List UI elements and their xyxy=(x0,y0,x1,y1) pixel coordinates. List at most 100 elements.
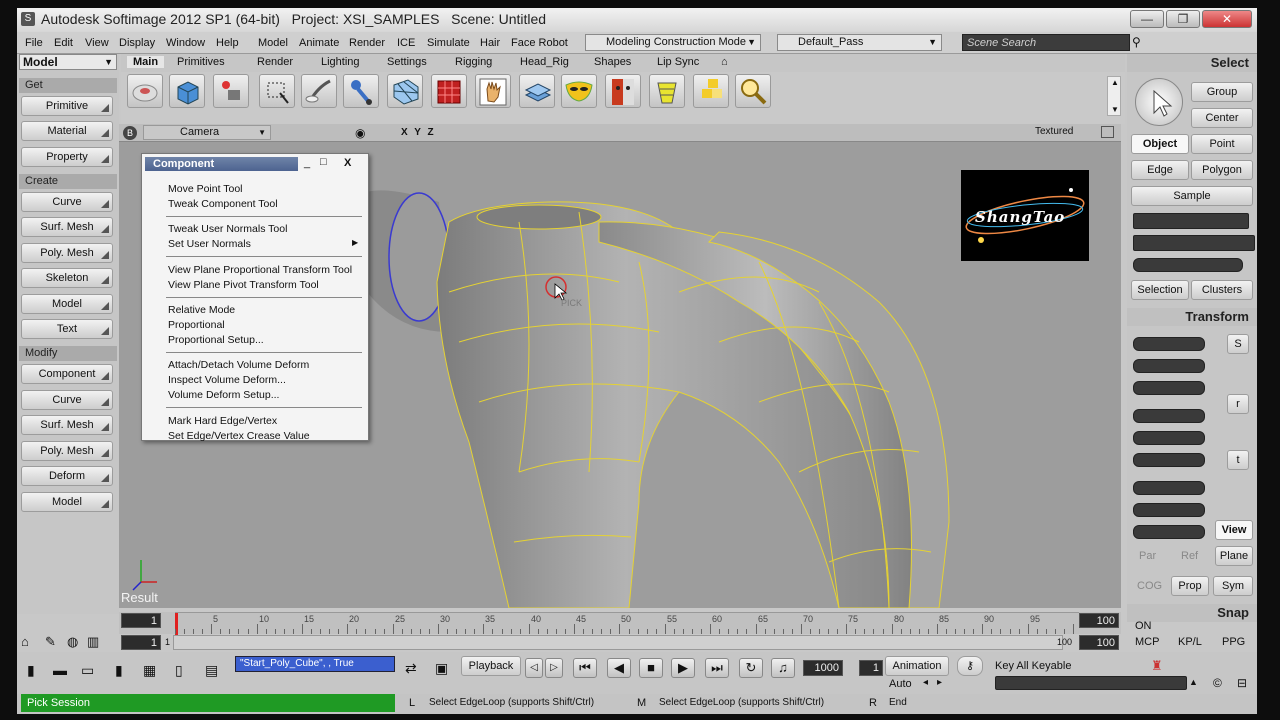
animation-button[interactable]: Animation xyxy=(885,656,949,676)
tab-primitives[interactable]: Primitives xyxy=(177,56,225,68)
viewport-b-badge[interactable]: B xyxy=(123,126,137,140)
auto-key-label[interactable]: Auto xyxy=(889,678,912,690)
attach-detach-volume-item[interactable]: Attach/Detach Volume Deform xyxy=(168,359,309,371)
scale-y-field[interactable] xyxy=(1133,359,1205,373)
mode-selector[interactable]: Model ▼ xyxy=(19,54,117,70)
plane-button[interactable]: Plane xyxy=(1215,546,1253,566)
mode-dropdown[interactable]: Modeling Construction Mode ▼ xyxy=(585,34,761,51)
audio-icon[interactable]: ♫ xyxy=(771,658,795,678)
tab-render[interactable]: Render xyxy=(257,56,293,68)
rectangle-select-icon[interactable] xyxy=(259,74,295,108)
selection-field-3[interactable] xyxy=(1133,258,1243,272)
group-button[interactable]: Group xyxy=(1191,82,1253,102)
view-plane-proportional-item[interactable]: View Plane Proportional Transform Tool xyxy=(168,264,352,276)
inspect-volume-deform-item[interactable]: Inspect Volume Deform... xyxy=(168,374,286,386)
create-poly-mesh-button[interactable]: Poly. Mesh xyxy=(21,243,113,263)
play-backward-icon[interactable]: ◀ xyxy=(607,658,631,678)
create-curve-button[interactable]: Curve xyxy=(21,192,113,212)
magnifier-icon[interactable] xyxy=(735,74,771,108)
modify-model-button[interactable]: Model xyxy=(21,492,113,512)
proportional-setup-item[interactable]: Proportional Setup... xyxy=(168,334,264,346)
axis-constraint[interactable]: X Y Z xyxy=(401,127,436,138)
link-icon[interactable]: ⇄ xyxy=(405,660,417,677)
cog-label[interactable]: COG xyxy=(1137,580,1162,592)
last-frame-icon[interactable]: ⏭ xyxy=(705,658,729,678)
menu-view[interactable]: View xyxy=(85,37,109,49)
prev-key-icon[interactable]: ◁ xyxy=(525,658,543,678)
disc-icon[interactable] xyxy=(127,74,163,108)
stop-icon[interactable]: ■ xyxy=(639,658,663,678)
component-menu-title[interactable]: Component xyxy=(145,157,298,171)
move-point-tool-item[interactable]: Move Point Tool xyxy=(168,183,243,195)
tab-shapes[interactable]: Shapes xyxy=(594,56,631,68)
scale-s-button[interactable]: S xyxy=(1227,334,1249,354)
menu-render[interactable]: Render xyxy=(349,37,385,49)
lock-icon[interactable]: ⊟ xyxy=(1237,676,1247,690)
tab-main[interactable]: Main xyxy=(127,56,165,68)
create-surf-mesh-button[interactable]: Surf. Mesh xyxy=(21,217,113,237)
create-skeleton-button[interactable]: Skeleton xyxy=(21,268,113,288)
shelf-scrollbar[interactable]: ▲ ▼ xyxy=(1107,76,1121,116)
search-icon[interactable]: ⚲ xyxy=(1132,35,1141,49)
mark-hard-edge-item[interactable]: Mark Hard Edge/Vertex xyxy=(168,415,277,427)
chevron-up-icon[interactable]: ▲ xyxy=(1189,677,1198,687)
rotate-x-field[interactable] xyxy=(1133,409,1205,423)
snap-on-label[interactable]: ON xyxy=(1135,620,1152,632)
maximize-button[interactable]: ❐ xyxy=(1166,10,1200,28)
modify-deform-button[interactable]: Deform xyxy=(21,466,113,486)
prop-button[interactable]: Prop xyxy=(1171,576,1209,596)
layout-1-icon[interactable]: ▮ xyxy=(27,662,35,679)
tab-lighting[interactable]: Lighting xyxy=(321,56,360,68)
relative-mode-item[interactable]: Relative Mode xyxy=(168,304,235,316)
mcp-button[interactable]: MCP xyxy=(1135,636,1159,648)
first-frame-icon[interactable]: ⏮ xyxy=(573,658,597,678)
cube-icon[interactable] xyxy=(169,74,205,108)
modify-curve-button[interactable]: Curve xyxy=(21,390,113,410)
keying-bar[interactable] xyxy=(995,676,1187,690)
timeline-start-field[interactable]: 1 xyxy=(121,613,161,628)
menu-edit[interactable]: Edit xyxy=(54,37,73,49)
camera-record-icon[interactable]: ▣ xyxy=(435,660,448,677)
tab-rigging[interactable]: Rigging xyxy=(455,56,492,68)
tab-head-rig[interactable]: Head_Rig xyxy=(520,56,569,68)
center-button[interactable]: Center xyxy=(1191,108,1253,128)
polygon-button[interactable]: Polygon xyxy=(1191,160,1253,180)
pin-icon[interactable]: ⌂ xyxy=(721,56,728,68)
sym-button[interactable]: Sym xyxy=(1213,576,1253,596)
menu-maximize-icon[interactable]: □ xyxy=(320,156,327,168)
selection-button[interactable]: Selection xyxy=(1131,280,1189,300)
tweak-component-tool-item[interactable]: Tweak Component Tool xyxy=(168,198,278,210)
select-arrow-icon[interactable] xyxy=(1135,78,1183,126)
timeline-ruler[interactable]: 5 10 15 20 25 30 35 40 45 50 55 60 65 70 75 80 85 90 95 xyxy=(175,612,1079,635)
kpl-button[interactable]: KP/L xyxy=(1178,636,1202,648)
playback-button[interactable]: Playback xyxy=(461,656,521,676)
edge-button[interactable]: Edge xyxy=(1131,160,1189,180)
tab-lip-sync[interactable]: Lip Sync xyxy=(657,56,699,68)
range-end-field[interactable]: 100 xyxy=(1079,635,1119,650)
menu-close-icon[interactable]: X xyxy=(344,157,351,169)
layout-7-icon[interactable]: ▤ xyxy=(205,662,218,679)
ref-label[interactable]: Ref xyxy=(1181,550,1198,562)
set-crease-value-item[interactable]: Set Edge/Vertex Crease Value xyxy=(168,430,310,442)
range-slider[interactable] xyxy=(173,635,1063,650)
translate-x-field[interactable] xyxy=(1133,481,1205,495)
layout-icon[interactable]: ▥ xyxy=(87,634,99,650)
pass-dropdown[interactable]: Default_Pass ▼ xyxy=(777,34,942,51)
set-user-normals-item[interactable]: Set User Normals xyxy=(168,238,251,250)
menu-help[interactable]: Help xyxy=(216,37,239,49)
menu-window[interactable]: Window xyxy=(166,37,205,49)
auto-next-icon[interactable]: ▸ xyxy=(937,677,942,688)
rotate-y-field[interactable] xyxy=(1133,431,1205,445)
scene-search-input[interactable]: Scene Search xyxy=(962,34,1130,51)
key-icon[interactable]: ⚷ xyxy=(957,656,983,676)
modify-surf-mesh-button[interactable]: Surf. Mesh xyxy=(21,415,113,435)
proportional-item[interactable]: Proportional xyxy=(168,319,225,331)
net-icon[interactable] xyxy=(649,74,685,108)
mask-icon[interactable] xyxy=(561,74,597,108)
explorer-icon[interactable]: ⌂ xyxy=(21,634,29,649)
auto-prev-icon[interactable]: ◂ xyxy=(923,677,928,688)
loop-icon[interactable]: ↻ xyxy=(739,658,763,678)
par-label[interactable]: Par xyxy=(1139,550,1156,562)
menu-simulate[interactable]: Simulate xyxy=(427,37,470,49)
knife-icon[interactable]: ✎ xyxy=(45,634,56,650)
